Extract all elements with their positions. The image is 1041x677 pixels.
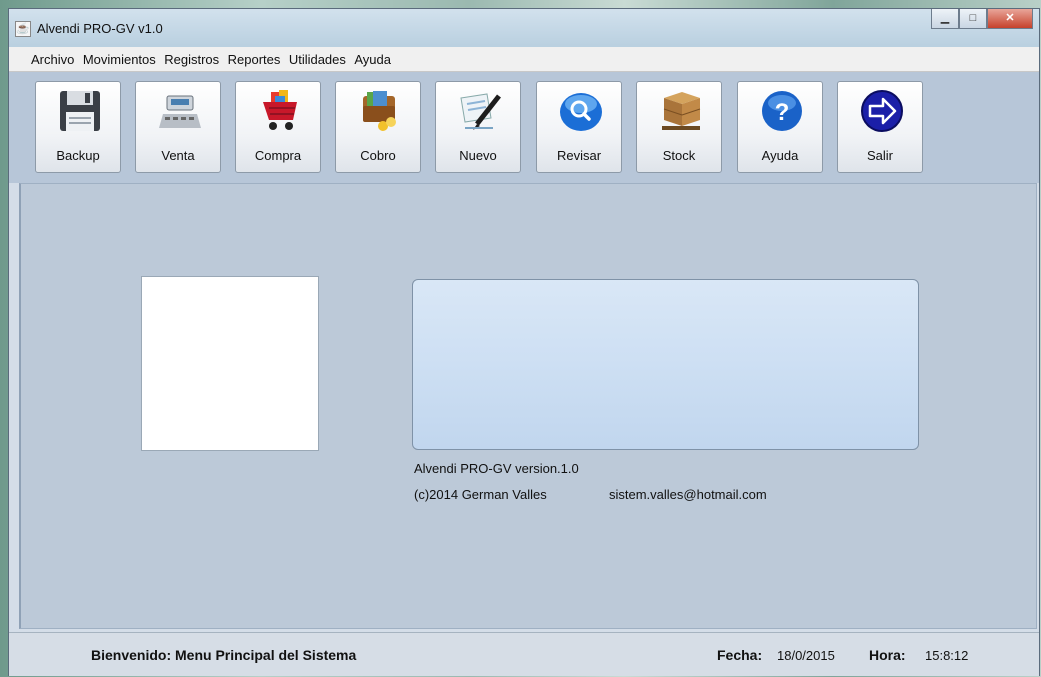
stock-button[interactable]: Stock bbox=[636, 81, 722, 173]
exit-arrow-icon bbox=[861, 90, 903, 132]
backup-label: Backup bbox=[56, 148, 100, 163]
close-button[interactable]: ✕ bbox=[987, 9, 1033, 29]
menu-utilidades[interactable]: Utilidades bbox=[287, 47, 348, 67]
window-title: Alvendi PRO-GV v1.0 bbox=[37, 21, 163, 36]
cobro-button[interactable]: Cobro bbox=[335, 81, 421, 173]
pen-document-icon bbox=[460, 93, 501, 130]
menu-bar: Archivo Movimientos Registros Reportes U… bbox=[9, 47, 1039, 72]
fecha-value: 18/0/2015 bbox=[777, 648, 835, 663]
compra-button[interactable]: Compra bbox=[235, 81, 321, 173]
toolbar: Backup Venta Compra Cobro Nuevo Revisar … bbox=[9, 72, 1039, 183]
info-panel bbox=[412, 279, 919, 450]
salir-button[interactable]: Salir bbox=[837, 81, 923, 173]
venta-button[interactable]: Venta bbox=[135, 81, 221, 173]
compra-label: Compra bbox=[254, 148, 302, 163]
help-icon: ? bbox=[762, 91, 802, 131]
hora-label: Hora: bbox=[869, 647, 906, 663]
ayuda-label: Ayuda bbox=[761, 148, 799, 163]
cobro-label: Cobro bbox=[360, 148, 396, 163]
menu-movimientos[interactable]: Movimientos bbox=[81, 47, 158, 67]
ayuda-button[interactable]: ? Ayuda bbox=[737, 81, 823, 173]
copyright-text: (c)2014 German Valles bbox=[414, 487, 547, 502]
java-app-icon: ☕ bbox=[15, 21, 31, 37]
shopping-cart-icon bbox=[263, 90, 297, 130]
svg-text:?: ? bbox=[775, 99, 790, 126]
salir-label: Salir bbox=[866, 148, 893, 163]
fecha-label: Fecha: bbox=[717, 647, 763, 663]
revisar-label: Revisar bbox=[556, 148, 602, 163]
maximize-button[interactable]: □ bbox=[959, 9, 987, 29]
wallet-icon bbox=[363, 91, 396, 131]
app-window: ☕ Alvendi PRO-GV v1.0 ▁ □ ✕ Archivo Movi… bbox=[8, 8, 1040, 676]
status-bar: Bienvenido: Menu Principal del Sistema F… bbox=[9, 632, 1039, 676]
boxes-pallet-icon bbox=[662, 92, 701, 130]
window-controls: ▁ □ ✕ bbox=[931, 9, 1033, 31]
magnifier-icon bbox=[560, 93, 602, 131]
email-text: sistem.valles@hotmail.com bbox=[609, 487, 767, 502]
revisar-button[interactable]: Revisar bbox=[536, 81, 622, 173]
logo-image-box bbox=[141, 276, 319, 451]
menu-ayuda[interactable]: Ayuda bbox=[352, 47, 393, 67]
menu-registros[interactable]: Registros bbox=[162, 47, 221, 67]
nuevo-button[interactable]: Nuevo bbox=[435, 81, 521, 173]
backup-button[interactable]: Backup bbox=[35, 81, 121, 173]
hora-value: 15:8:12 bbox=[925, 648, 969, 663]
version-text: Alvendi PRO-GV version.1.0 bbox=[414, 461, 579, 476]
menu-reportes[interactable]: Reportes bbox=[226, 47, 283, 67]
cash-register-icon bbox=[159, 95, 201, 128]
welcome-message: Bienvenido: Menu Principal del Sistema bbox=[91, 647, 357, 663]
menu-archivo[interactable]: Archivo bbox=[9, 47, 76, 67]
nuevo-label: Nuevo bbox=[459, 148, 497, 163]
venta-label: Venta bbox=[161, 148, 195, 163]
main-content: Alvendi PRO-GV version.1.0 (c)2014 Germa… bbox=[19, 183, 1037, 629]
minimize-button[interactable]: ▁ bbox=[931, 9, 959, 29]
floppy-disk-icon bbox=[60, 91, 100, 131]
stock-label: Stock bbox=[662, 148, 696, 163]
title-bar[interactable]: ☕ Alvendi PRO-GV v1.0 ▁ □ ✕ bbox=[9, 9, 1039, 47]
